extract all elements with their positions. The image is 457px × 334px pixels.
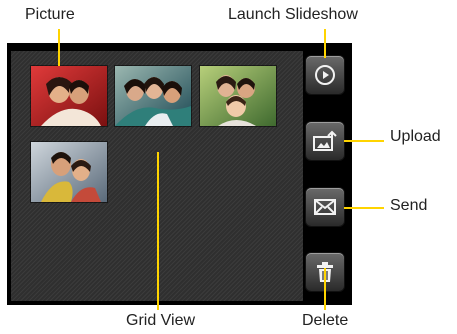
play-icon [315,65,335,85]
callout-line-upload [344,140,384,142]
photo-group-teal [115,66,191,126]
callout-line-send [344,207,384,209]
callout-send: Send [390,197,428,214]
photo-couple-yellow [31,142,107,202]
callout-grid-view: Grid View [126,312,196,329]
callout-line-launch-slideshow [324,29,326,58]
photo-thumbnail[interactable] [31,142,107,202]
photo-thumbnail[interactable] [31,66,107,126]
upload-icon [313,130,337,151]
upload-button[interactable] [306,122,344,160]
envelope-icon [314,199,336,215]
photo-thumbnail[interactable] [200,66,276,126]
screenshot-stage: Picture Launch Slideshow Upload Send Gri… [0,0,457,334]
photo-thumbnail[interactable] [115,66,191,126]
launch-slideshow-button[interactable] [306,56,344,94]
callout-upload: Upload [390,128,441,145]
photo-couple-red [31,66,107,126]
callout-line-delete [324,268,326,310]
send-button[interactable] [306,188,344,226]
callout-line-grid-view [157,152,159,310]
callout-launch-slideshow: Launch Slideshow [228,6,358,23]
callout-line-picture [58,29,60,66]
callout-delete: Delete [302,312,349,329]
callout-picture: Picture [25,6,75,23]
photo-family-green [200,66,276,126]
